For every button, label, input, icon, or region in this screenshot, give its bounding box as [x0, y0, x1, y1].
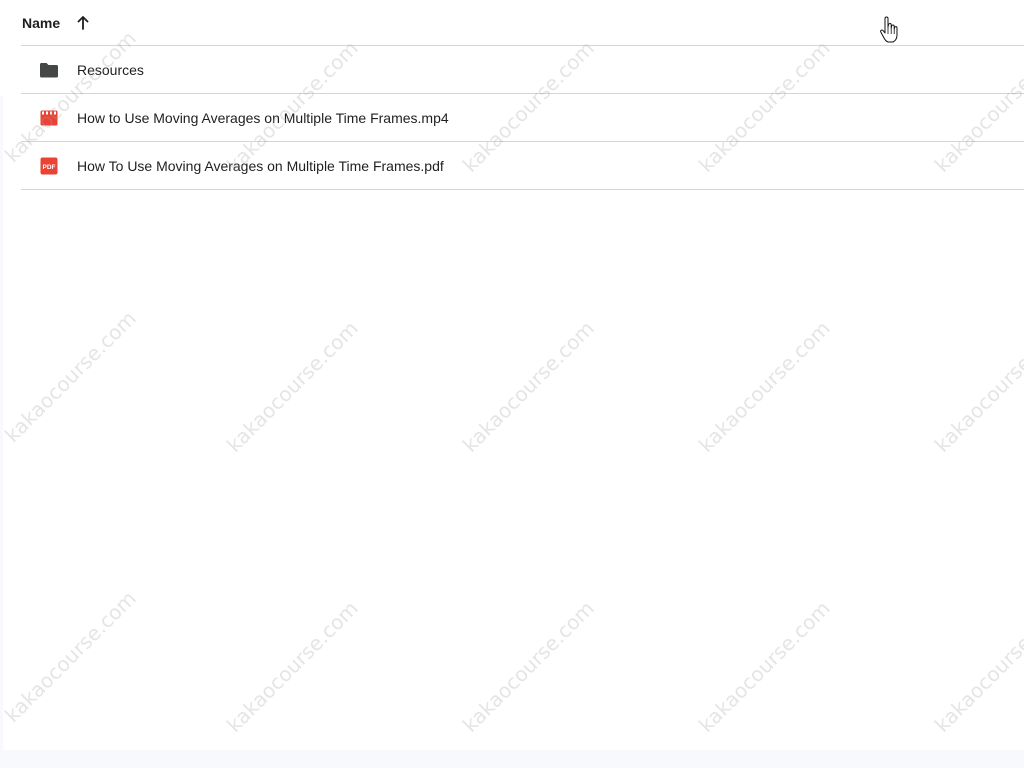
watermark: kakaocourse.com	[458, 316, 599, 457]
file-list-header: Name	[21, 0, 1024, 46]
file-row-pdf[interactable]: PDF How To Use Moving Averages on Multip…	[21, 142, 1024, 190]
left-edge-strip	[0, 96, 3, 750]
file-row-mp4[interactable]: How to Use Moving Averages on Multiple T…	[21, 94, 1024, 142]
watermark: kakaocourse.com	[694, 316, 835, 457]
pdf-file-icon: PDF	[39, 156, 59, 176]
name-column-header[interactable]: Name	[22, 8, 90, 38]
file-name: How To Use Moving Averages on Multiple T…	[77, 157, 444, 174]
watermark: kakaocourse.com	[0, 306, 141, 447]
watermark: kakaocourse.com	[694, 596, 835, 737]
svg-text:PDF: PDF	[43, 164, 56, 171]
video-file-icon	[39, 108, 59, 128]
file-list: Name Resources How to Use Moving Average…	[21, 0, 1024, 190]
folder-icon	[39, 60, 59, 80]
file-row-resources[interactable]: Resources	[21, 46, 1024, 94]
footer-strip	[0, 750, 1024, 768]
watermark: kakaocourse.com	[0, 586, 141, 727]
file-name: How to Use Moving Averages on Multiple T…	[77, 109, 449, 126]
watermark: kakaocourse.com	[930, 596, 1024, 737]
name-column-label: Name	[22, 14, 61, 31]
arrow-up-icon[interactable]	[76, 15, 90, 31]
watermark: kakaocourse.com	[222, 596, 363, 737]
watermark: kakaocourse.com	[222, 316, 363, 457]
watermark: kakaocourse.com	[458, 596, 599, 737]
file-name: Resources	[77, 61, 144, 78]
watermark: kakaocourse.com	[930, 316, 1024, 457]
